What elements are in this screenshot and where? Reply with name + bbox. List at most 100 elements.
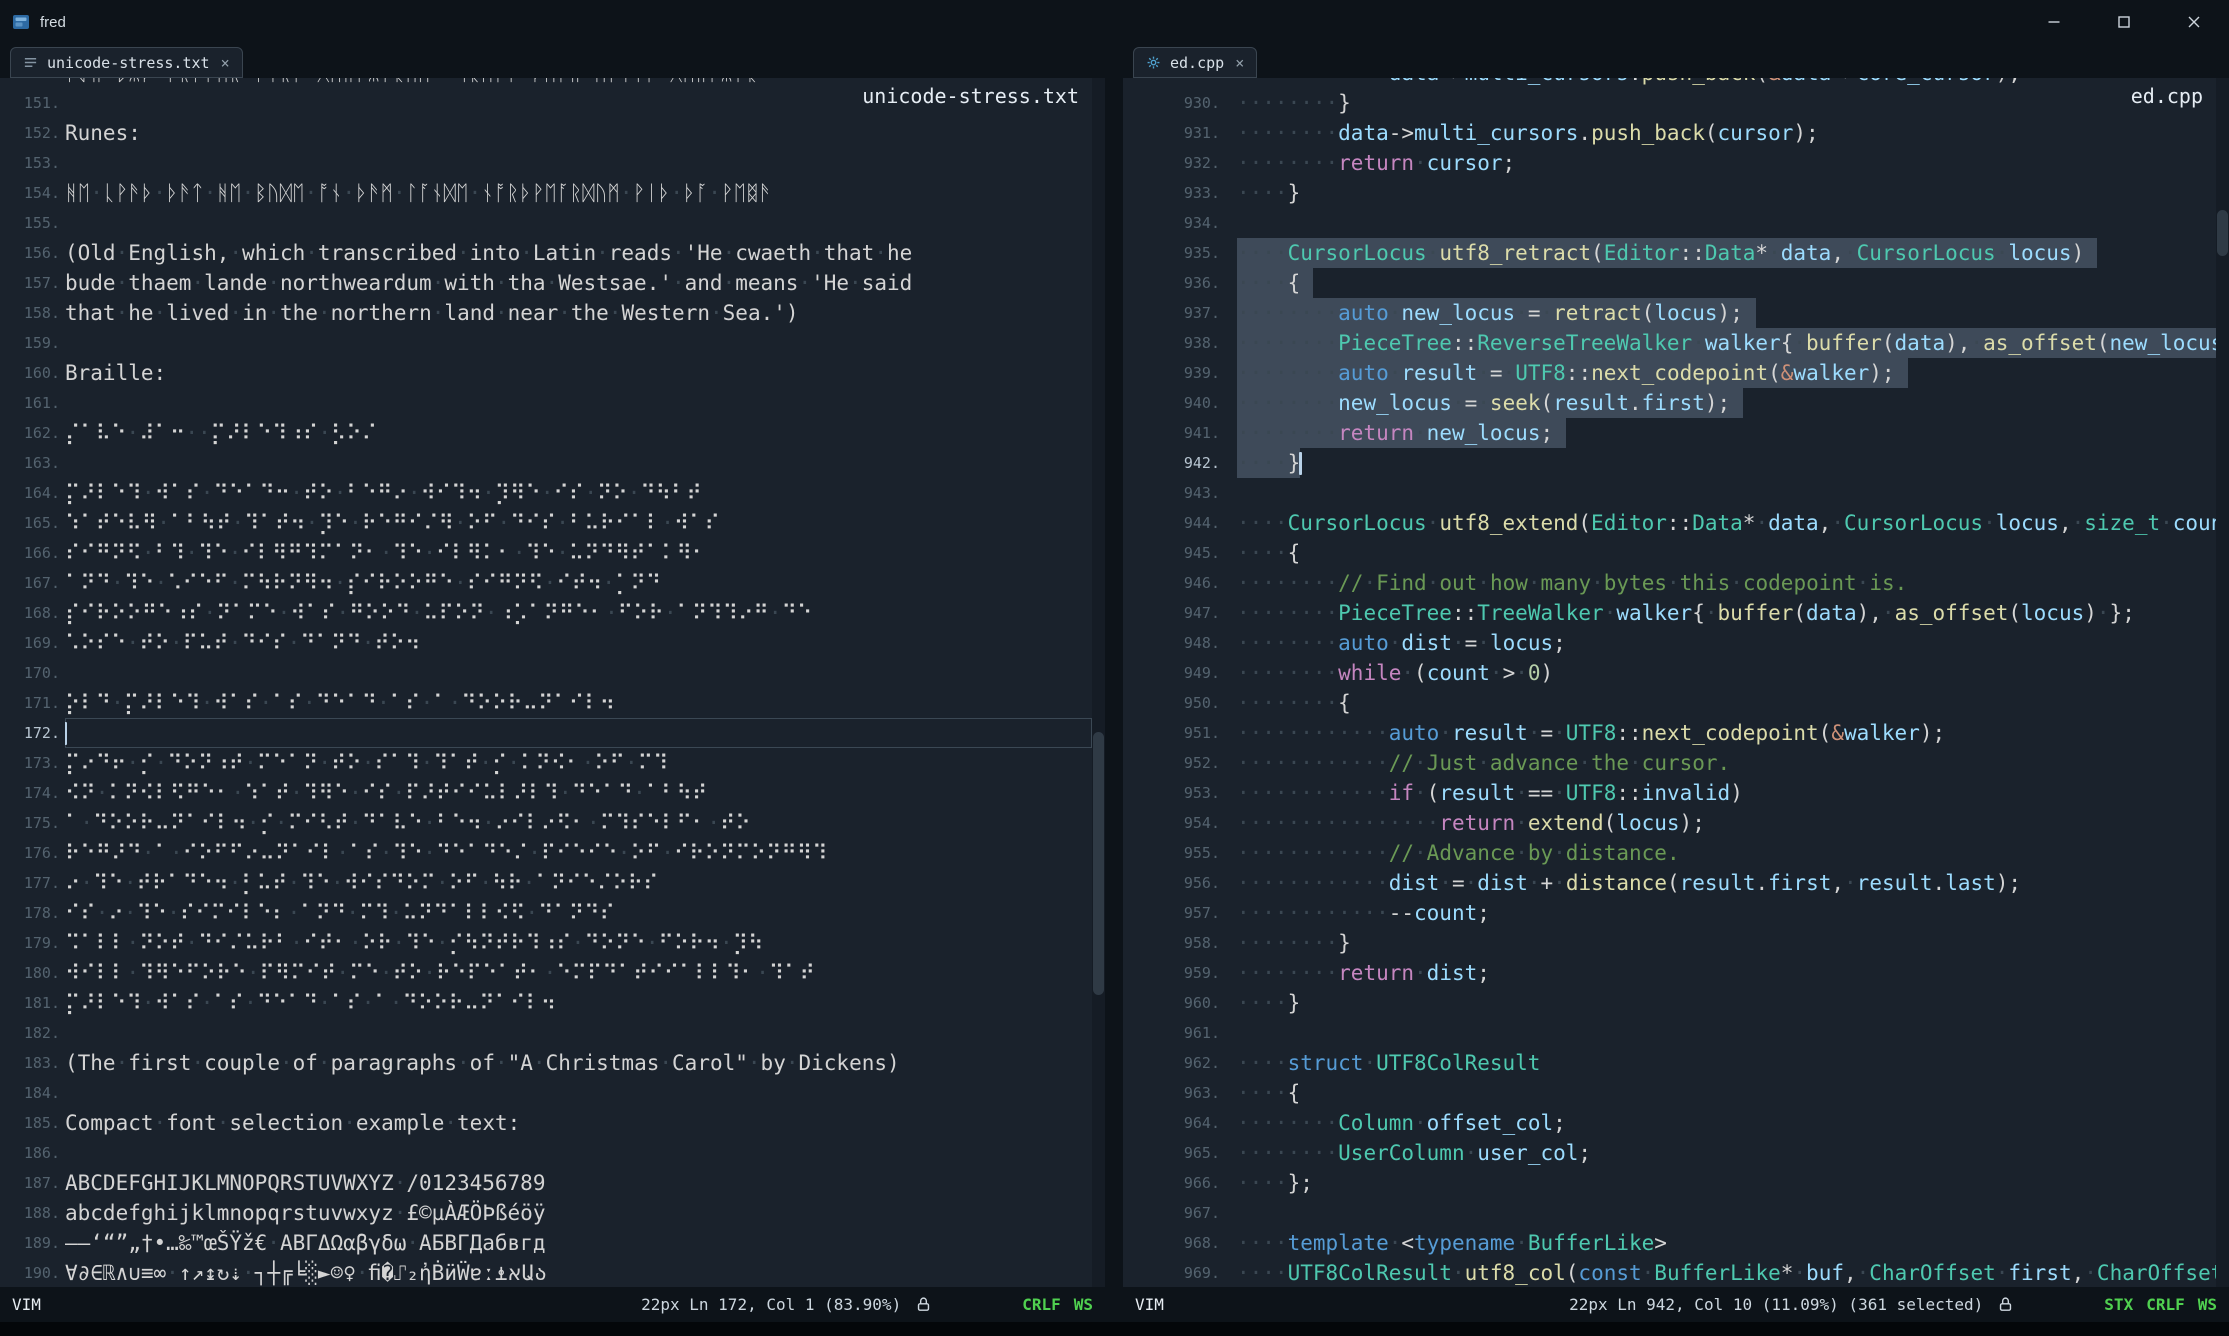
code-line[interactable]: 938.········PieceTree::ReverseTreeWalker…: [1123, 328, 2216, 358]
maximize-button[interactable]: [2089, 0, 2159, 44]
code-line[interactable]: 152.Runes:: [0, 118, 1092, 148]
code-line[interactable]: 185.Compact·font·selection·example·text:: [0, 1108, 1092, 1138]
code-line[interactable]: 166.⠎⠊⠛⠝⠫·⠃⠹·⠹⠑·⠊⠇⠻⠛⠹⠍⠁⠝⠂·⠹⠑·⠊⠇⠻⠅⠂·⠹⠑·⠥⠝…: [0, 538, 1092, 568]
code-line[interactable]: 159.: [0, 328, 1092, 358]
code-line[interactable]: 156.(Old·English,·which·transcribed·into…: [0, 238, 1092, 268]
code-line[interactable]: 189.–—‘“”„†•…‰™œŠŸž€·ΑΒΓΔΩαβγδω·АБВГДабв…: [0, 1228, 1092, 1258]
left-scrollbar-thumb[interactable]: [1093, 732, 1104, 995]
code-line[interactable]: 948.········auto·dist·=·locus;: [1123, 628, 2216, 658]
whitespace-dots: ·: [157, 511, 170, 535]
code-line[interactable]: 188.abcdefghijklmnopqrstuvwxyz·£©µÀÆÖÞßé…: [0, 1198, 1092, 1228]
code-line[interactable]: 158.that·he·lived·in·the·northern·land·n…: [0, 298, 1092, 328]
code-line[interactable]: 177.⠔·⠹⠑·⠞⠗⠁⠙⠑⠲·⡃⠥⠞·⠹⠑·⠺⠊⠎⠙⠕⠍·⠕⠋·⠳⠗·⠁⠝⠊⠑…: [0, 868, 1092, 898]
minimize-button[interactable]: [2019, 0, 2089, 44]
code-line[interactable]: 929.············data->multi_cursors.push…: [1123, 78, 2216, 88]
code-line[interactable]: 186.: [0, 1138, 1092, 1168]
code-line[interactable]: 960.····}: [1123, 988, 2216, 1018]
code-line[interactable]: 157.bude·thaem·lande·northweardum·with·t…: [0, 268, 1092, 298]
code-line[interactable]: 153.: [0, 148, 1092, 178]
code-line[interactable]: 172.: [0, 718, 1092, 748]
code-line[interactable]: 178.⠊⠎·⠔·⠹⠑·⠎⠊⠍⠊⠇⠑⠆·⠁⠝⠙·⠍⠹·⠥⠝⠙⠁⠇⠇⠪⠫·⠙⠁⠝⠙…: [0, 898, 1092, 928]
code-line[interactable]: 961.: [1123, 1018, 2216, 1048]
code-line[interactable]: 165.⠱⠁⠞⠑⠧⠻·⠁⠃⠳⠞·⠹⠁⠞⠲·⡹⠑·⠗⠑⠛⠊⠌⠻·⠕⠋·⠙⠊⠎·⠃⠥…: [0, 508, 1092, 538]
code-line[interactable]: 932.········return·cursor;: [1123, 148, 2216, 178]
code-line[interactable]: 171.⡕⠇⠙·⡍⠜⠇⠑⠹·⠺⠁⠎·⠁⠎·⠙⠑⠁⠙·⠁⠎·⠁·⠙⠕⠕⠗⠤⠝⠁⠊⠇…: [0, 688, 1092, 718]
code-line[interactable]: 168.⡎⠊⠗⠕⠕⠛⠑⠰⠎·⠝⠁⠍⠑·⠺⠁⠎·⠛⠕⠕⠙·⠥⠏⠕⠝·⠰⡡⠁⠝⠛⠑⠂…: [0, 598, 1092, 628]
pane-divider[interactable]: [1105, 44, 1123, 1322]
code-line[interactable]: 935.····CursorLocus·utf8_retract(Editor:…: [1123, 238, 2216, 268]
right-scrollbar[interactable]: [2216, 78, 2229, 1287]
code-line[interactable]: 155.: [0, 208, 1092, 238]
code-line[interactable]: 936.····{: [1123, 268, 2216, 298]
right-editor-viewport[interactable]: 929.············data->multi_cursors.push…: [1123, 78, 2229, 1287]
code-line[interactable]: 965.········UserColumn·user_col;: [1123, 1138, 2216, 1168]
code-line[interactable]: 951.············auto·result·=·UTF8::next…: [1123, 718, 2216, 748]
close-button[interactable]: [2159, 0, 2229, 44]
code-line[interactable]: 187.ABCDEFGHIJKLMNOPQRSTUVWXYZ·/01234567…: [0, 1168, 1092, 1198]
code-line[interactable]: 175.⠁·⠙⠕⠕⠗⠤⠝⠁⠊⠇⠲·⡊·⠍⠊⠣⠞·⠙⠁⠧⠑·⠃⠑⠲·⠔⠊⠇⠔⠫⠂·…: [0, 808, 1092, 838]
code-line[interactable]: 182.: [0, 1018, 1092, 1048]
code-line[interactable]: 179.⠩⠁⠇⠇·⠝⠕⠞·⠙⠊⠌⠥⠗⠃·⠊⠞⠂·⠕⠗·⠹⠑·⡊⠳⠝⠞⠗⠹⠰⠎·⠙…: [0, 928, 1092, 958]
code-line[interactable]: 154.ᚻᛖ·ᚳᚹᚫᚦ·ᚦᚫᛏ·ᚻᛖ·ᛒᚢᛞᛖ·ᚩᚾ·ᚦᚫᛗ·ᛚᚪᚾᛞᛖ·ᚾᚩᚱ…: [0, 178, 1092, 208]
code-line[interactable]: 969.····UTF8ColResult·utf8_col(const·Buf…: [1123, 1258, 2216, 1287]
code-line[interactable]: 183.(The·first·couple·of·paragraphs·of·"…: [0, 1048, 1092, 1078]
code-line[interactable]: 945.····{: [1123, 538, 2216, 568]
code-line[interactable]: 958.········}: [1123, 928, 2216, 958]
code-line[interactable]: 959.········return·dist;: [1123, 958, 2216, 988]
code-line[interactable]: 939.········auto·result·=·UTF8::next_cod…: [1123, 358, 2216, 388]
code-line[interactable]: 942.····}: [1123, 448, 2216, 478]
code-line[interactable]: 956.············dist·=·dist·+·distance(r…: [1123, 868, 2216, 898]
tab-close-icon[interactable]: ×: [1235, 54, 1244, 72]
code-line[interactable]: 937.········auto·new_locus·=·retract(loc…: [1123, 298, 2216, 328]
code-line[interactable]: 934.: [1123, 208, 2216, 238]
code-line[interactable]: 964.········Column·offset_col;: [1123, 1108, 2216, 1138]
tab-close-icon[interactable]: ×: [221, 54, 230, 72]
code-line[interactable]: 184.: [0, 1078, 1092, 1108]
code-line[interactable]: 967.: [1123, 1198, 2216, 1228]
code-line[interactable]: 174.⠪⠝·⠅⠝⠪⠇⠫⠛⠑⠂·⠱⠁⠞·⠹⠻⠑·⠊⠎·⠏⠜⠞⠊⠊⠥⠇⠜⠇⠹·⠙⠑…: [0, 778, 1092, 808]
left-scrollbar[interactable]: [1092, 78, 1105, 1287]
code-line[interactable]: 190.∀∂∈ℝ∧∪≡∞·↑↗↨↻⇣·┐┼╔╘░►☺♀·ﬁ�⑀₂ἠḂӥẄɐː⍎א…: [0, 1258, 1092, 1287]
code-line[interactable]: 176.⠗⠑⠛⠜⠙·⠁·⠊⠕⠋⠋⠔⠤⠝⠁⠊⠇·⠁⠎·⠹⠑·⠙⠑⠁⠙⠑⠌·⠏⠊⠑⠊…: [0, 838, 1092, 868]
code-line[interactable]: 962.····struct·UTF8ColResult: [1123, 1048, 2216, 1078]
code-line[interactable]: 944.····CursorLocus·utf8_extend(Editor::…: [1123, 508, 2216, 538]
code-line[interactable]: 946.········//·Find·out·how·many·bytes·t…: [1123, 568, 2216, 598]
tab-unicode-stress-txt[interactable]: unicode-stress.txt ×: [10, 47, 243, 78]
code-line[interactable]: 947.········PieceTree::TreeWalker·walker…: [1123, 598, 2216, 628]
code-line[interactable]: 173.⡍⠔⠙⠖·⡊·⠙⠕⠝⠰⠞·⠍⠑⠁⠝·⠞⠕·⠎⠁⠹·⠹⠁⠞·⡊·⠅⠝⠪⠂·…: [0, 748, 1092, 778]
whitespace-dots: ········: [1237, 961, 1338, 985]
code-line[interactable]: 170.: [0, 658, 1092, 688]
code-line[interactable]: 164.⡍⠜⠇⠑⠹·⠺⠁⠎·⠙⠑⠁⠙⠒·⠞⠕·⠃⠑⠛⠔·⠺⠊⠹⠲·⡹⠻⠑·⠊⠎·…: [0, 478, 1092, 508]
code-line[interactable]: 930.········}: [1123, 88, 2216, 118]
code-line[interactable]: 181.⡍⠜⠇⠑⠹·⠺⠁⠎·⠁⠎·⠙⠑⠁⠙·⠁⠎·⠁·⠙⠕⠕⠗⠤⠝⠁⠊⠇⠲: [0, 988, 1092, 1018]
line-number: 956.: [1123, 868, 1220, 898]
code-line[interactable]: 160.Braille:: [0, 358, 1092, 388]
whitespace-dots: ········: [1237, 421, 1338, 445]
tab-ed-cpp[interactable]: ed.cpp ×: [1133, 47, 1257, 78]
code-line[interactable]: 963.····{: [1123, 1078, 2216, 1108]
cpp-file-icon: [1146, 55, 1161, 70]
code-line[interactable]: 966.····};: [1123, 1168, 2216, 1198]
line-number: 960.: [1123, 988, 1220, 1018]
code-line[interactable]: 940.········new_locus·=·seek(result.firs…: [1123, 388, 2216, 418]
code-line[interactable]: 955.············//·Advance·by·distance.: [1123, 838, 2216, 868]
code-line[interactable]: 943.: [1123, 478, 2216, 508]
code-line[interactable]: 163.: [0, 448, 1092, 478]
code-line[interactable]: 941.········return·new_locus;: [1123, 418, 2216, 448]
code-line[interactable]: 957.············--count;: [1123, 898, 2216, 928]
code-line[interactable]: 161.: [0, 388, 1092, 418]
code-line[interactable]: 933.····}: [1123, 178, 2216, 208]
code-line[interactable]: 954.················return·extend(locus)…: [1123, 808, 2216, 838]
code-line[interactable]: 169.⠡⠕⠎⠑·⠞⠕·⠏⠥⠞·⠙⠊⠎·⠙⠁⠝⠙·⠞⠕⠲: [0, 628, 1092, 658]
code-line[interactable]: 950.········{: [1123, 688, 2216, 718]
code-line[interactable]: 968.····template·<typename·BufferLike>: [1123, 1228, 2216, 1258]
left-editor-viewport[interactable]: 150.ᚠᛇᚻ᛫ᛒᛦᚦ᛫ᚠᚱᚩᚠᚢᚱ᛫ᚠᛁᚱᚪ᛫ᚷᛖᚻᚹᛦᛚᚳᚢᛗ᛬·ᛋᚳᛖᚪᛚ…: [0, 78, 1105, 1287]
code-line[interactable]: 162.⡌⠁⠧⠑·⠼⠁⠒··⡍⠜⠇⠑⠹⠰⠎·⡣⠕⠌: [0, 418, 1092, 448]
code-line[interactable]: 952.············//·Just·advance·the·curs…: [1123, 748, 2216, 778]
code-line[interactable]: 180.⠺⠊⠇⠇·⠹⠻⠑⠋⠕⠗⠑·⠏⠻⠍⠊⠞·⠍⠑·⠞⠕·⠗⠑⠏⠑⠁⠞⠂·⠑⠍⠏…: [0, 958, 1092, 988]
code-line[interactable]: 167.⠁⠝⠙·⠹⠑·⠡⠊⠑⠋·⠍⠳⠗⠝⠻⠲·⡎⠊⠗⠕⠕⠛⠑·⠎⠊⠛⠝⠫·⠊⠞⠲…: [0, 568, 1092, 598]
code-line[interactable]: 931.········data->multi_cursors.push_bac…: [1123, 118, 2216, 148]
code-line[interactable]: 953.············if·(result·==·UTF8::inva…: [1123, 778, 2216, 808]
code-line[interactable]: 949.········while·(count·>·0): [1123, 658, 2216, 688]
right-scrollbar-thumb[interactable]: [2217, 210, 2228, 256]
